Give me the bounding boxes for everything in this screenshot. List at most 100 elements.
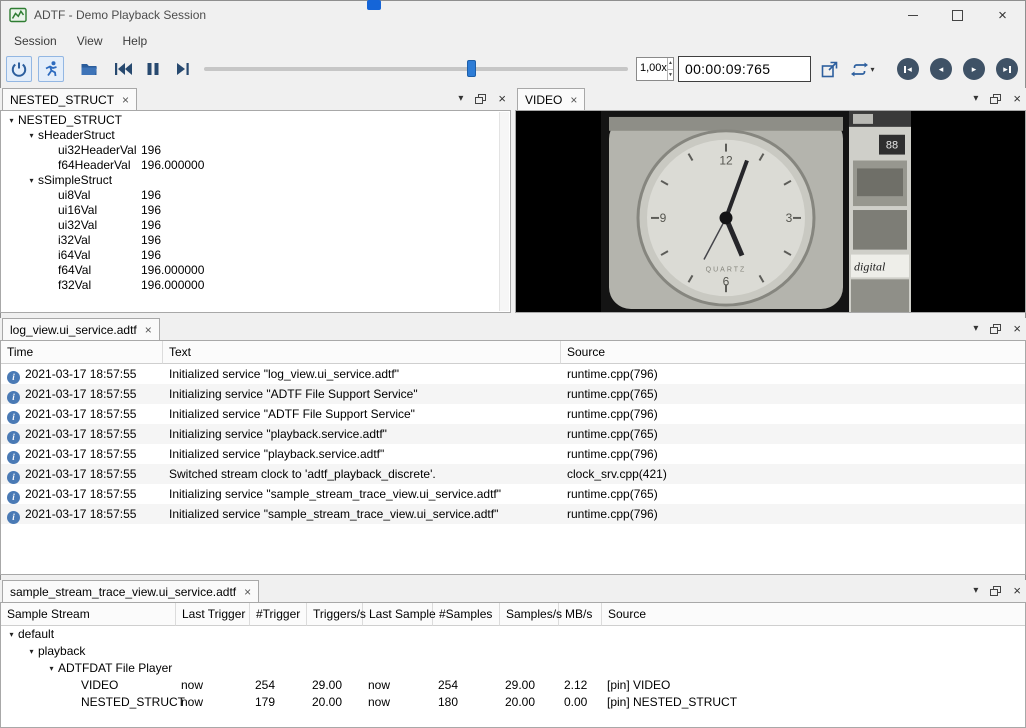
- info-icon: i: [7, 391, 20, 404]
- column-header-sample-stream[interactable]: Sample Stream: [1, 603, 176, 626]
- column-header-text[interactable]: Text: [163, 341, 561, 364]
- tab-log-view[interactable]: log_view.ui_service.adtf ×: [2, 318, 160, 340]
- tree-row[interactable]: f64HeaderVal196.000000: [1, 158, 510, 173]
- tree-row[interactable]: ui16Val196: [1, 203, 510, 218]
- panel-log-view: log_view.ui_service.adtf × ▾ × Time Text…: [0, 318, 1026, 575]
- tree-row[interactable]: f32Val196.000000: [1, 278, 510, 293]
- log-row[interactable]: i2021-03-17 18:57:55Initializing service…: [1, 424, 1025, 444]
- menu-view[interactable]: View: [67, 31, 113, 51]
- dock-float-button[interactable]: [990, 94, 1001, 104]
- log-row[interactable]: i2021-03-17 18:57:55Initialized service …: [1, 504, 1025, 524]
- column-header-time[interactable]: Time: [1, 341, 163, 364]
- column-header-num-samples[interactable]: #Samples: [433, 603, 500, 626]
- tab-close-icon[interactable]: ×: [244, 586, 251, 598]
- tab-close-icon[interactable]: ×: [570, 94, 577, 106]
- tree-row[interactable]: ▾NESTED_STRUCT: [1, 113, 510, 128]
- log-source: runtime.cpp(765): [561, 384, 1025, 404]
- dock-menu-button[interactable]: ▾: [973, 586, 978, 596]
- tree-row[interactable]: f64Val196.000000: [1, 263, 510, 278]
- skip-to-end-button[interactable]: [170, 56, 196, 82]
- trace-row[interactable]: NESTED_STRUCT now 179 20.00 now 180 20.0…: [1, 694, 1025, 711]
- close-button[interactable]: ×: [980, 1, 1025, 30]
- column-header-source[interactable]: Source: [602, 603, 1025, 626]
- log-row[interactable]: i2021-03-17 18:57:55Initializing service…: [1, 384, 1025, 404]
- log-time: 2021-03-17 18:57:55: [25, 387, 136, 401]
- tree-row[interactable]: i64Val196: [1, 248, 510, 263]
- log-row[interactable]: i2021-03-17 18:57:55Initialized service …: [1, 364, 1025, 384]
- slider-handle[interactable]: [467, 60, 476, 77]
- tree-value: [141, 128, 510, 143]
- video-frame: 12 3 6 9 QUARTZ 88: [601, 111, 911, 312]
- skip-last-button[interactable]: ▸: [996, 58, 1018, 80]
- tree-row[interactable]: ▾sHeaderStruct: [1, 128, 510, 143]
- column-header-last-trigger[interactable]: Last Trigger: [176, 603, 250, 626]
- expanded-icon[interactable]: ▾: [45, 660, 58, 677]
- trace-row[interactable]: ▾ADTFDAT File Player: [1, 660, 1025, 677]
- tree-row[interactable]: ui32Val196: [1, 218, 510, 233]
- column-header-source[interactable]: Source: [561, 341, 1025, 364]
- log-row[interactable]: i2021-03-17 18:57:55Initialized service …: [1, 444, 1025, 464]
- minimize-button[interactable]: [890, 1, 935, 30]
- expanded-icon[interactable]: ▾: [5, 113, 18, 128]
- dock-float-button[interactable]: [990, 586, 1001, 596]
- dock-close-button[interactable]: ×: [1013, 92, 1021, 105]
- dock-close-button[interactable]: ×: [1013, 584, 1021, 597]
- menu-help[interactable]: Help: [113, 31, 158, 51]
- column-header-triggers-per-s[interactable]: Triggers/s: [307, 603, 363, 626]
- step-forward-button[interactable]: ▸: [963, 58, 985, 80]
- expanded-icon[interactable]: ▾: [25, 643, 38, 660]
- skip-first-button[interactable]: ◂: [897, 58, 919, 80]
- speed-value[interactable]: 1,00x: [637, 58, 667, 80]
- dock-menu-button[interactable]: ▾: [973, 324, 978, 334]
- open-file-button[interactable]: [76, 56, 102, 82]
- column-header-samples-per-s[interactable]: Samples/s: [500, 603, 559, 626]
- column-header-mb-per-s[interactable]: MB/s: [559, 603, 602, 626]
- maximize-button[interactable]: [935, 1, 980, 30]
- vertical-scrollbar[interactable]: [499, 112, 509, 311]
- tree-row[interactable]: ▾sSimpleStruct: [1, 173, 510, 188]
- spin-down-button[interactable]: ▼: [668, 69, 673, 81]
- speed-spinbox[interactable]: 1,00x ▲ ▼: [636, 57, 674, 81]
- dock-close-button[interactable]: ×: [1013, 322, 1021, 335]
- skip-to-start-button[interactable]: [110, 56, 136, 82]
- trace-row[interactable]: ▾default: [1, 626, 1025, 643]
- timeline-slider[interactable]: [204, 60, 628, 78]
- tree-value: 196: [141, 218, 510, 233]
- slider-groove[interactable]: [204, 67, 628, 71]
- column-header-last-sample[interactable]: Last Sample: [363, 603, 433, 626]
- dock-close-button[interactable]: ×: [498, 92, 506, 105]
- expanded-icon[interactable]: ▾: [5, 626, 18, 643]
- dock-buttons: ▾ ×: [458, 92, 506, 105]
- trace-row[interactable]: ▾playback: [1, 643, 1025, 660]
- log-row[interactable]: i2021-03-17 18:57:55Initializing service…: [1, 484, 1025, 504]
- log-row[interactable]: i2021-03-17 18:57:55Initialized service …: [1, 404, 1025, 424]
- step-back-button[interactable]: ◂: [930, 58, 952, 80]
- tab-close-icon[interactable]: ×: [122, 94, 129, 106]
- detach-button[interactable]: [817, 57, 841, 81]
- column-header-num-trigger[interactable]: #Trigger: [250, 603, 307, 626]
- tab-video[interactable]: VIDEO ×: [517, 88, 585, 110]
- trace-row[interactable]: VIDEO now 254 29.00 now 254 29.00 2.12 […: [1, 677, 1025, 694]
- loop-button[interactable]: ▾: [845, 57, 881, 81]
- expanded-icon[interactable]: ▾: [25, 173, 38, 188]
- spin-up-button[interactable]: ▲: [668, 58, 673, 69]
- tab-close-icon[interactable]: ×: [145, 324, 152, 336]
- tree-row[interactable]: ui32HeaderVal196: [1, 143, 510, 158]
- expanded-icon[interactable]: ▾: [25, 128, 38, 143]
- dock-float-button[interactable]: [475, 94, 486, 104]
- dock-menu-button[interactable]: ▾: [973, 94, 978, 104]
- dock-menu-button[interactable]: ▾: [458, 94, 463, 104]
- pause-button[interactable]: [140, 56, 166, 82]
- tree-label: ui32HeaderVal: [58, 143, 137, 158]
- time-display[interactable]: 00:00:09:765: [678, 56, 811, 82]
- menu-session[interactable]: Session: [4, 31, 67, 51]
- tree-row[interactable]: ui8Val196: [1, 188, 510, 203]
- power-button[interactable]: [6, 56, 32, 82]
- tab-nested-struct[interactable]: NESTED_STRUCT ×: [2, 88, 137, 110]
- run-button[interactable]: [38, 56, 64, 82]
- loop-dropdown-arrow[interactable]: ▾: [870, 65, 874, 74]
- log-row[interactable]: i2021-03-17 18:57:55Switched stream cloc…: [1, 464, 1025, 484]
- dock-float-button[interactable]: [990, 324, 1001, 334]
- tree-row[interactable]: i32Val196: [1, 233, 510, 248]
- tab-sample-stream-trace[interactable]: sample_stream_trace_view.ui_service.adtf…: [2, 580, 259, 602]
